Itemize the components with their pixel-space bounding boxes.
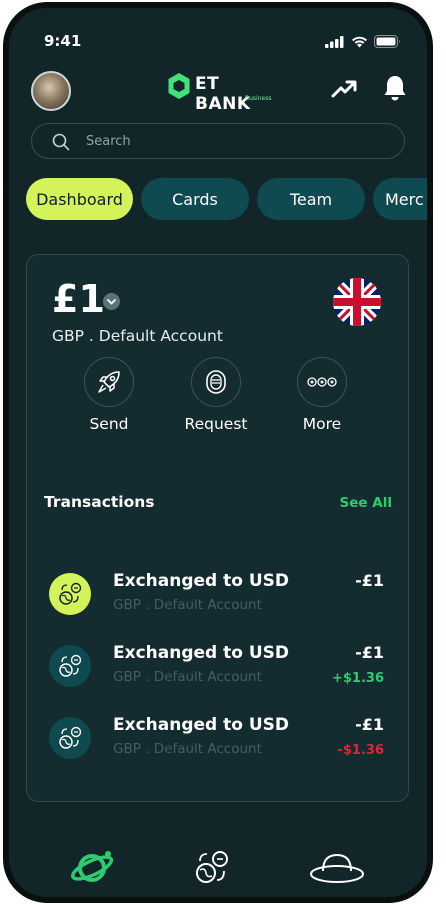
- cellular-signal-icon: [325, 35, 344, 48]
- transaction-name: Exchanged to USD: [113, 571, 290, 591]
- shield-logo-icon: [168, 73, 190, 99]
- uk-flag-icon[interactable]: [333, 278, 381, 326]
- account-balance: £1: [52, 277, 105, 321]
- battery-icon: [374, 35, 400, 48]
- search-bar[interactable]: Search: [31, 123, 405, 159]
- transaction-account: GBP . Default Account: [113, 741, 262, 757]
- tab-team[interactable]: Team: [257, 178, 365, 220]
- send-button[interactable]: Send: [69, 357, 149, 433]
- chevron-down-icon: [107, 298, 116, 305]
- currency-dropdown[interactable]: [103, 293, 120, 310]
- transactions-title: Transactions: [44, 493, 155, 511]
- transaction-name: Exchanged to USD: [113, 715, 290, 735]
- status-bar: 9:41: [9, 32, 427, 54]
- exchange-nav-icon[interactable]: [193, 848, 231, 886]
- brand-name: ET BANK: [195, 74, 251, 114]
- wifi-icon: [352, 36, 367, 47]
- transaction-amount: -£1: [355, 715, 384, 734]
- bell-icon[interactable]: [383, 74, 407, 102]
- transaction-row[interactable]: Exchanged to USD GBP . Default Account -…: [27, 711, 410, 767]
- ufo-icon[interactable]: [309, 851, 365, 885]
- exchange-icon: [49, 645, 91, 687]
- search-icon: [52, 133, 70, 151]
- brand-logo: ET BANK Business: [167, 70, 277, 114]
- brand-tagline: Business: [245, 95, 272, 102]
- tab-dashboard[interactable]: Dashboard: [26, 178, 133, 220]
- transaction-row[interactable]: Exchanged to USD GBP . Default Account -…: [27, 567, 410, 623]
- more-label: More: [302, 415, 342, 433]
- status-icons: [325, 35, 401, 48]
- search-input[interactable]: Search: [86, 134, 131, 149]
- transaction-fx-amount: -$1.36: [337, 743, 384, 758]
- trending-up-icon[interactable]: [331, 80, 357, 98]
- exchange-icon: [49, 717, 91, 759]
- request-label: Request: [184, 415, 248, 433]
- transaction-fx-amount: +$1.36: [331, 671, 384, 686]
- more-icon: [307, 377, 337, 387]
- send-label: Send: [89, 415, 129, 433]
- transaction-account: GBP . Default Account: [113, 669, 262, 685]
- rocket-icon: [98, 371, 120, 393]
- more-button[interactable]: More: [282, 357, 362, 433]
- request-button[interactable]: Request: [176, 357, 256, 433]
- request-icon: [206, 370, 226, 394]
- tab-bar: Dashboard Cards Team Merc: [26, 178, 427, 220]
- app-screen: 9:41 ET BANK Business Search Dashboard C…: [9, 8, 427, 897]
- tab-cards[interactable]: Cards: [141, 178, 249, 220]
- transaction-name: Exchanged to USD: [113, 643, 290, 663]
- account-label: GBP . Default Account: [52, 327, 223, 345]
- transaction-row[interactable]: Exchanged to USD GBP . Default Account -…: [27, 639, 410, 695]
- transaction-amount: -£1: [355, 643, 384, 662]
- transaction-account: GBP . Default Account: [113, 597, 262, 613]
- avatar[interactable]: [31, 71, 71, 111]
- phone-frame: 9:41 ET BANK Business Search Dashboard C…: [3, 2, 433, 903]
- planet-icon[interactable]: [70, 849, 116, 887]
- exchange-icon: [49, 573, 91, 615]
- transaction-amount: -£1: [355, 571, 384, 590]
- status-time: 9:41: [44, 32, 82, 50]
- tab-merchants[interactable]: Merc: [373, 178, 427, 220]
- see-all-link[interactable]: See All: [340, 495, 392, 511]
- account-card: £1 GBP . Default Account Send Request Mo…: [26, 254, 409, 802]
